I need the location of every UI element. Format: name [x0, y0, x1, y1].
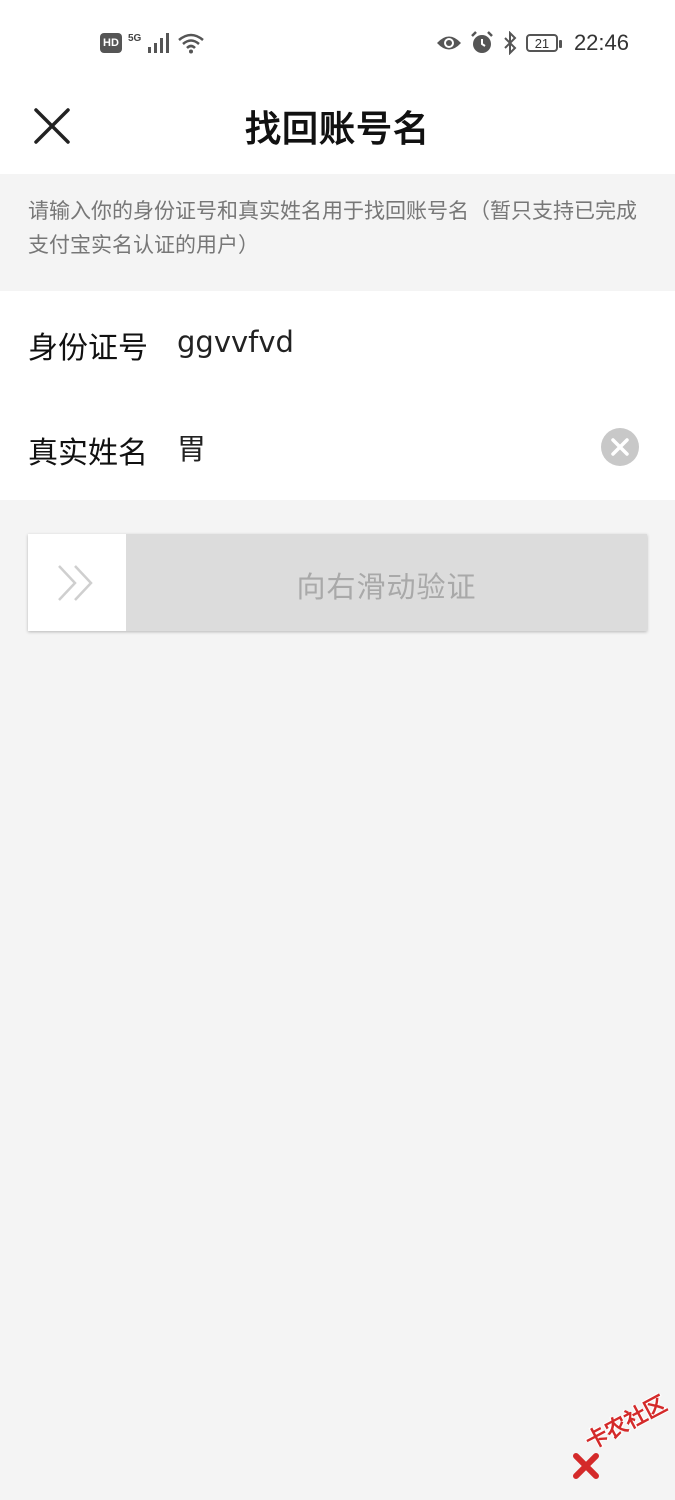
nav-bar: 找回账号名 — [0, 86, 675, 174]
hd-badge: HD — [100, 33, 122, 53]
eye-icon — [436, 36, 461, 50]
bluetooth-icon — [504, 31, 517, 55]
network-type-label: 5G — [128, 33, 142, 44]
wifi-icon — [178, 33, 205, 54]
status-bar: HD 5G 21 22:46 — [0, 0, 675, 86]
slide-verify-handle[interactable] — [28, 534, 126, 631]
real-name-input[interactable] — [177, 430, 577, 464]
battery-icon: 21 — [525, 34, 562, 52]
id-number-label: 身份证号 — [28, 331, 148, 366]
double-chevron-right-icon — [58, 564, 93, 601]
slide-verify-track: 向右滑动验证 — [28, 534, 647, 631]
slide-verify-label: 向右滑动验证 — [296, 570, 477, 604]
id-number-input[interactable] — [177, 325, 577, 359]
alarm-icon — [471, 31, 493, 53]
watermark: 卡农社区 — [572, 1392, 672, 1482]
status-left: HD 5G — [100, 28, 205, 58]
recovery-form: 身份证号 真实姓名 — [0, 291, 675, 500]
notice-text: 请输入你的身份证号和真实姓名用于找回账号名（暂只支持已完成支付宝实名认证的用户） — [0, 174, 675, 290]
real-name-row: 真实姓名 — [0, 396, 675, 496]
id-number-row: 身份证号 — [0, 291, 675, 391]
watermark-text: 卡农社区 — [581, 1391, 672, 1456]
real-name-label: 真实姓名 — [28, 436, 148, 471]
status-time: 22:46 — [573, 30, 629, 55]
status-right: 21 22:46 — [436, 28, 629, 58]
clear-input-icon[interactable] — [601, 428, 639, 466]
signal-icon — [148, 33, 170, 53]
page-title: 找回账号名 — [244, 109, 430, 150]
watermark-logo-icon — [573, 1453, 599, 1479]
